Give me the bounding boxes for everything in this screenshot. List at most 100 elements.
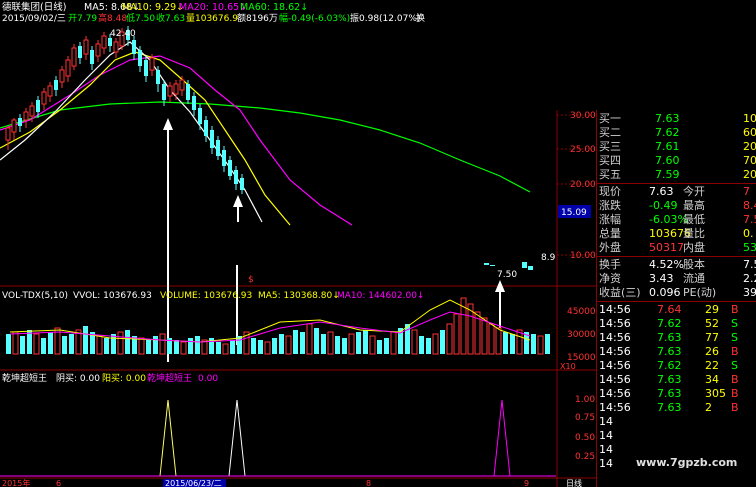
chart-area[interactable]: 德联集团(日线) MA5: 8.68↓ MA10: 9.29↓ MA20: 10… — [0, 0, 596, 487]
volume-bar — [327, 331, 334, 355]
stat2-value: 3.43 — [649, 272, 674, 285]
volume-bar — [258, 340, 263, 354]
volume-bar — [356, 332, 361, 354]
bid-row-4[interactable]: 买四 7.60 70 — [597, 154, 756, 168]
volume-bar — [159, 333, 166, 355]
stat-row-2[interactable]: 涨跌 -0.49 最高 8.4 — [597, 199, 756, 213]
volume-bar — [62, 336, 67, 354]
price-axis-3: 20.00 — [570, 180, 596, 190]
stat2-row-3[interactable]: 收益(三) 0.096 PE(动) 39 — [597, 286, 756, 300]
candle-body — [228, 160, 232, 176]
info-amplitude: 振0.98(12.07%) — [350, 12, 420, 24]
info-date: 2015/09/02/三 — [2, 14, 66, 24]
stat2-row-2[interactable]: 净资 3.43 流通 2.29 — [597, 272, 756, 286]
volume-bar — [41, 338, 46, 354]
tick-time-partial: 14 — [599, 443, 613, 456]
tick-side: B — [731, 373, 739, 386]
stat-row-1[interactable]: 现价 7.63 今开 7 — [597, 185, 756, 199]
stat-value-2: 5335 — [743, 241, 756, 254]
tick-row-more-2[interactable]: 14 — [597, 429, 756, 443]
bid-label: 买三 — [599, 140, 621, 153]
tick-row-more-1[interactable]: 14 — [597, 415, 756, 429]
stat2-value-2: 2.29 — [743, 272, 756, 285]
tick-row-8[interactable]: 14:56 7.63 2 B — [597, 401, 756, 415]
volume-bar — [117, 331, 124, 355]
price-axis-1: 30.00 — [570, 111, 596, 121]
candle-body — [95, 43, 101, 57]
tick-volume: 22 — [705, 359, 719, 372]
tick-side: B — [731, 345, 739, 358]
tick-time-partial: 14 — [599, 429, 613, 442]
bid-row-1[interactable]: 买一 7.63 104 — [597, 112, 756, 126]
candle-body — [54, 80, 58, 90]
bid-price: 7.62 — [655, 126, 680, 139]
price-axis-4: 15.09 — [561, 208, 587, 218]
tick-price: 7.63 — [657, 373, 682, 386]
date-axis-3: 2015/06/23/二 — [165, 479, 222, 487]
ind-name2: 乾坤超短王 — [147, 372, 192, 384]
tick-volume: 52 — [705, 317, 719, 330]
candle-body — [18, 118, 22, 126]
tick-volume: 34 — [705, 373, 719, 386]
stat-row-3[interactable]: 涨幅-6.03%最低7.5 — [597, 213, 756, 227]
volume-bar — [216, 342, 221, 354]
vol-axis-1: 45000 — [567, 307, 596, 317]
tick-time: 14:56 — [599, 345, 631, 358]
bid-row-3[interactable]: 买三 7.61 20 — [597, 140, 756, 154]
tick-time: 14:56 — [599, 303, 631, 316]
high-price-mark: 42.40 — [110, 29, 136, 39]
quote-separator — [597, 256, 756, 257]
stat-label-2: 最低 — [683, 213, 705, 226]
candle-body — [490, 265, 495, 266]
tick-row-3[interactable]: 14:56 7.63 77 S — [597, 331, 756, 345]
candle-body — [29, 105, 35, 117]
stat-label-2: 量比 — [683, 227, 705, 240]
candle-body — [65, 59, 71, 77]
tick-row-more-3[interactable]: 14 — [597, 443, 756, 457]
dollar-mark: $ — [248, 275, 254, 285]
tick-price: 7.63 — [657, 387, 682, 400]
stat-row-5[interactable]: 外盘 50317内盘 5335 — [597, 241, 756, 255]
tick-side: S — [731, 317, 738, 330]
volume-bar — [153, 336, 158, 354]
ind-axis-3: 0.50 — [575, 433, 595, 443]
candle-body — [36, 100, 40, 112]
volume-bar — [377, 340, 382, 354]
bid-volume: 20 — [743, 168, 756, 181]
bid-row-2[interactable]: 买二 7.62 60 — [597, 126, 756, 140]
candle-body — [144, 60, 148, 76]
stat-row-4[interactable]: 总量 103676 量比 0. — [597, 227, 756, 241]
volume-bar — [503, 332, 508, 354]
vol-volume: VOLUME: 103676.93 — [160, 291, 252, 301]
volume-bar — [306, 323, 313, 355]
volume-bar — [12, 331, 19, 355]
tick-row-5[interactable]: 14:56 7.62 22 S — [597, 359, 756, 373]
volume-bar — [363, 330, 368, 354]
tick-row-6[interactable]: 14:56 7.63 34 B — [597, 373, 756, 387]
bid-row-5[interactable]: 买五 7.59 20 — [597, 168, 756, 182]
stat2-row-1[interactable]: 换手 4.52%股本 7.54 — [597, 258, 756, 272]
candle-body — [5, 127, 11, 141]
tick-side: S — [731, 331, 738, 344]
volume-bar — [69, 334, 74, 354]
tick-row-2[interactable]: 14:56 7.62 52 S — [597, 317, 756, 331]
tick-row-4[interactable]: 14:56 7.63 26 B — [597, 345, 756, 359]
volume-bar — [390, 331, 397, 355]
info-high: 高8.48 — [98, 12, 127, 24]
bid-volume: 60 — [743, 126, 756, 139]
info-open: 开7.79 — [68, 13, 97, 24]
volume-bar — [293, 330, 298, 354]
tick-price: 7.62 — [657, 359, 682, 372]
bid-label: 买五 — [599, 168, 621, 181]
candle-body — [179, 79, 185, 91]
tick-row-1[interactable]: 14:56 7.64 29 B — [597, 303, 756, 317]
date-axis-period: 日线 — [566, 478, 582, 487]
tick-row-7[interactable]: 14:56 7.63 305 B — [597, 387, 756, 401]
vol-axis-unit: X10 — [560, 362, 576, 371]
candle-body — [186, 84, 190, 100]
candle-body — [216, 140, 220, 156]
bid-label: 买四 — [599, 154, 621, 167]
ind-val: 0.00 — [198, 374, 218, 384]
ma20-label: MA20: 10.65↓ — [179, 2, 247, 13]
volume-bar — [342, 338, 347, 354]
